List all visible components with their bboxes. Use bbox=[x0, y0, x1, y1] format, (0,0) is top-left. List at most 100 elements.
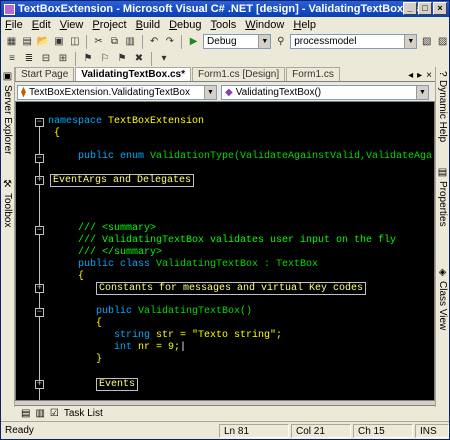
code-line-namespace: namespace TextBoxExtension bbox=[48, 116, 205, 127]
region-constants[interactable]: Constants for messages and virtual Key c… bbox=[96, 282, 367, 295]
bookmark-icon[interactable]: ⚑ bbox=[81, 52, 95, 66]
menu-file[interactable]: File bbox=[5, 19, 23, 31]
cut-icon[interactable]: ✂ bbox=[92, 35, 105, 49]
menu-debug[interactable]: Debug bbox=[169, 19, 201, 31]
server-explorer-icon: ▣ bbox=[2, 71, 13, 82]
dynamic-help-tab[interactable]: ? Dynamic Help bbox=[437, 71, 448, 142]
task-list-icon[interactable]: ☑ bbox=[50, 408, 59, 419]
close-icon[interactable]: × bbox=[426, 70, 432, 81]
output-icon[interactable]: ▤ bbox=[21, 408, 30, 419]
chevron-down-icon: ▼ bbox=[404, 35, 417, 48]
add-item-icon[interactable]: ▤ bbox=[21, 35, 34, 49]
class-select[interactable]: ⧫ TextBoxExtension.ValidatingTextBox ▼ bbox=[17, 84, 217, 100]
start-icon[interactable]: ▶ bbox=[187, 35, 200, 49]
menu-help[interactable]: Help bbox=[293, 19, 316, 31]
find-icon[interactable]: ⚲ bbox=[274, 35, 287, 49]
expand-icon[interactable]: + bbox=[35, 176, 44, 185]
code-line-string: string str = "Texto string"; bbox=[114, 330, 283, 341]
menu-tools[interactable]: Tools bbox=[211, 19, 237, 31]
expand-icon[interactable]: + bbox=[35, 284, 44, 293]
tab-start-page[interactable]: Start Page bbox=[15, 67, 75, 81]
next-bookmark-icon[interactable]: ⚐ bbox=[98, 52, 112, 66]
save-icon[interactable]: ▣ bbox=[53, 35, 66, 49]
paste-icon[interactable]: ▥ bbox=[124, 35, 137, 49]
region-events[interactable]: Events bbox=[96, 378, 139, 391]
undo-icon[interactable]: ↶ bbox=[148, 35, 161, 49]
code-line-ctor: public ValidatingTextBox() bbox=[96, 306, 253, 317]
minimize-button[interactable]: _ bbox=[403, 2, 417, 15]
code-line-comment-2: /// ValidatingTextBox validates user inp… bbox=[78, 235, 397, 246]
tab-left-icon[interactable]: ◂ bbox=[408, 70, 413, 81]
window-title: TextBoxExtension - Microsoft Visual C# .… bbox=[18, 3, 423, 15]
redo-icon[interactable]: ↷ bbox=[163, 35, 176, 49]
code-line-comment-1: /// <summary> bbox=[78, 223, 157, 234]
member-select[interactable]: ◆ ValidatingTextBox() ▼ bbox=[221, 84, 429, 100]
collapse-icon[interactable]: − bbox=[35, 118, 44, 127]
chevron-down-icon: ▼ bbox=[204, 85, 216, 99]
status-ready: Ready bbox=[5, 425, 34, 436]
left-tool-strip: ▣ Server Explorer ⚒ Toolbox bbox=[1, 67, 15, 407]
find-combo[interactable]: processmodel ▼ bbox=[290, 34, 418, 49]
status-ins: INS bbox=[415, 423, 449, 438]
task-list-tab[interactable]: Task List bbox=[64, 408, 103, 419]
expand-icon[interactable]: + bbox=[35, 380, 44, 389]
class-icon: ⧫ bbox=[21, 86, 26, 98]
right-tool-strip: ? Dynamic Help ▤ Properties ◈ Class View bbox=[435, 67, 449, 407]
uncomment-icon[interactable]: ⊞ bbox=[56, 52, 70, 66]
document-tabs: Start Page ValidatingTextBox.cs* Form1.c… bbox=[15, 67, 435, 82]
copy-icon[interactable]: ⧉ bbox=[108, 35, 121, 49]
class-view-icon: ◈ bbox=[437, 267, 448, 278]
title-bar: TextBoxExtension - Microsoft Visual C# .… bbox=[1, 1, 449, 17]
help-icon: ? bbox=[437, 71, 448, 77]
tab-validatingtextbox[interactable]: ValidatingTextBox.cs* bbox=[75, 67, 192, 81]
outdent-icon[interactable]: ≣ bbox=[22, 52, 36, 66]
indent-icon[interactable]: ≡ bbox=[5, 52, 19, 66]
comment-icon[interactable]: ⊟ bbox=[39, 52, 53, 66]
text-editor-toolbar: ≡ ≣ ⊟ ⊞ ⚑ ⚐ ⚑ ✖ ▾ bbox=[1, 50, 449, 67]
code-line-brace: } bbox=[96, 354, 103, 365]
configuration-select[interactable]: Debug ▼ bbox=[203, 34, 272, 49]
new-project-icon[interactable]: ▦ bbox=[5, 35, 18, 49]
code-navigation-bar: ⧫ TextBoxExtension.ValidatingTextBox ▼ ◆… bbox=[15, 83, 435, 101]
properties-tab[interactable]: ▤ Properties bbox=[437, 167, 448, 227]
code-line-int: int nr = 9;| bbox=[114, 342, 187, 353]
class-view-tab[interactable]: ◈ Class View bbox=[437, 267, 448, 330]
tab-form1-design[interactable]: Form1.cs [Design] bbox=[192, 67, 286, 81]
collapse-icon[interactable]: − bbox=[35, 226, 44, 235]
code-line-brace: { bbox=[96, 318, 103, 329]
status-char: Ch 15 bbox=[353, 423, 413, 438]
menu-project[interactable]: Project bbox=[92, 19, 126, 31]
code-line-class: public class ValidatingTextBox : TextBox bbox=[78, 259, 319, 270]
open-icon[interactable]: 📂 bbox=[37, 35, 50, 49]
menu-window[interactable]: Window bbox=[245, 19, 284, 31]
collapse-icon[interactable]: − bbox=[35, 154, 44, 163]
menu-view[interactable]: View bbox=[60, 19, 84, 31]
toolbox-tab[interactable]: ⚒ Toolbox bbox=[2, 179, 13, 227]
clear-bookmarks-icon[interactable]: ✖ bbox=[132, 52, 146, 66]
app-icon bbox=[4, 3, 15, 15]
close-button[interactable]: × bbox=[433, 2, 447, 15]
status-bar: Ready Ln 81 Col 21 Ch 15 INS bbox=[1, 421, 449, 439]
toolbox-icon: ⚒ bbox=[2, 179, 13, 190]
ide-window: TextBoxExtension - Microsoft Visual C# .… bbox=[0, 0, 450, 440]
list-members-icon[interactable]: ▾ bbox=[157, 52, 171, 66]
breakpoints-icon[interactable]: ▥ bbox=[35, 408, 44, 419]
prev-bookmark-icon[interactable]: ⚑ bbox=[115, 52, 129, 66]
code-editor[interactable]: − namespace TextBoxExtension { − public … bbox=[15, 101, 435, 401]
solution-explorer-icon[interactable]: ▧ bbox=[420, 35, 433, 49]
code-line-brace: { bbox=[54, 128, 61, 139]
tab-form1-cs[interactable]: Form1.cs bbox=[286, 67, 340, 81]
maximize-button[interactable]: □ bbox=[418, 2, 432, 15]
tab-right-icon[interactable]: ▸ bbox=[417, 70, 422, 81]
menu-bar: File Edit View Project Build Debug Tools… bbox=[1, 17, 449, 32]
status-column: Col 21 bbox=[291, 423, 351, 438]
menu-edit[interactable]: Edit bbox=[32, 19, 51, 31]
collapse-icon[interactable]: − bbox=[35, 308, 44, 317]
properties-icon: ▤ bbox=[437, 167, 448, 178]
code-line-brace: { bbox=[78, 271, 85, 282]
region-eventargs[interactable]: EventArgs and Delegates bbox=[50, 174, 195, 187]
properties-icon[interactable]: ▨ bbox=[436, 35, 449, 49]
server-explorer-tab[interactable]: ▣ Server Explorer bbox=[2, 71, 13, 154]
menu-build[interactable]: Build bbox=[136, 19, 160, 31]
save-all-icon[interactable]: ◫ bbox=[68, 35, 81, 49]
